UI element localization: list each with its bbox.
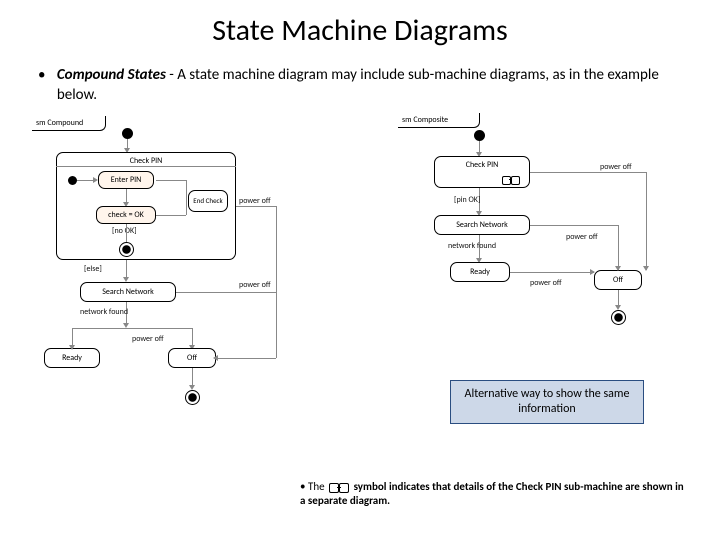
label-power-off-left-2: power off	[239, 280, 271, 290]
left-frame-label: sm Compound	[32, 116, 106, 131]
left-final-state	[185, 390, 200, 405]
label-power-off-right-3: power off	[530, 278, 562, 288]
state-check-pin-right-label: Check PIN	[466, 160, 499, 170]
state-check-ok: check = OK	[96, 206, 156, 224]
left-inner-final	[119, 242, 134, 257]
state-off-left: Off	[168, 348, 216, 368]
label-power-off-left-1: power off	[132, 334, 164, 344]
composite-symbol-icon	[329, 483, 349, 492]
bullet-compound-states: • Compound States - A state machine diag…	[0, 49, 720, 112]
label-power-off-right-2: power off	[566, 232, 598, 242]
state-ready-left: Ready	[44, 348, 100, 368]
bullet-dot: •	[38, 65, 53, 85]
state-check-pin-label: Check PIN	[130, 156, 163, 166]
guard-no-ok: [no OK]	[112, 226, 137, 236]
footnote: • The symbol indicates that details of t…	[300, 480, 690, 509]
state-ready-right: Ready	[450, 262, 510, 282]
state-search-network-right: Search Network	[434, 215, 530, 235]
guard-else2: [else]	[84, 264, 102, 274]
label-power-off-right-1: power off	[600, 162, 632, 172]
right-frame-label: sm Composite	[398, 113, 480, 128]
label-network-found-left: network found	[80, 307, 128, 317]
page-title: State Machine Diagrams	[0, 0, 720, 49]
footnote-pre: The	[308, 480, 327, 493]
left-inner-initial	[68, 176, 77, 185]
label-network-found-right: network found	[448, 241, 496, 251]
state-search-network-left: Search Network	[80, 282, 176, 302]
diagram-area: sm Compound Check PIN Enter PIN check = …	[0, 116, 720, 426]
right-initial-state	[474, 130, 485, 141]
state-end-check: End Check	[188, 190, 228, 212]
callout-box: Alternative way to show the same informa…	[450, 380, 644, 424]
composite-indicator-icon	[502, 176, 520, 184]
footnote-post: symbol indicates that details of the Che…	[300, 480, 684, 507]
bullet-key: Compound States	[57, 66, 166, 84]
guard-pin-ok: [pin OK]	[454, 195, 480, 205]
state-enter-pin: Enter PIN	[98, 171, 154, 189]
left-initial-state	[122, 128, 133, 139]
state-off-right: Off	[594, 270, 642, 290]
right-final-state	[611, 310, 626, 325]
label-power-off-left-3: power off	[239, 196, 271, 206]
